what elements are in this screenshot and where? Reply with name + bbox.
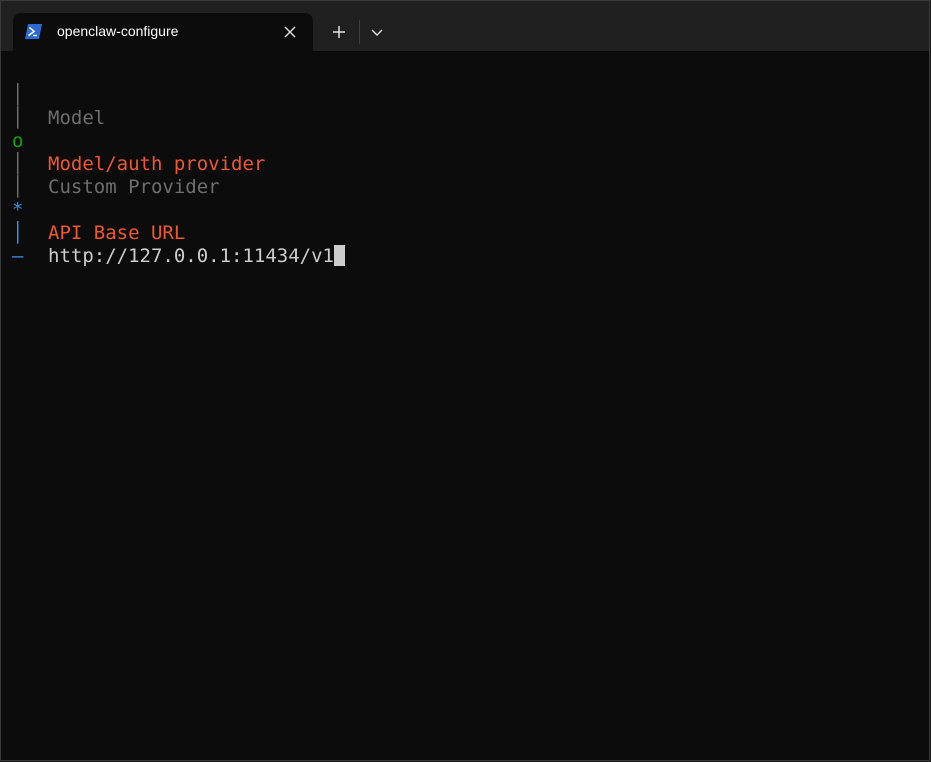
tab-openclaw-configure[interactable]: openclaw-configure — [13, 13, 313, 51]
terminal-line: │ Custom Provider — [1, 130, 220, 198]
answer-custom-provider: Custom Provider — [48, 176, 220, 198]
prompt-end-marker: — — [12, 245, 24, 267]
powershell-icon — [25, 24, 42, 39]
tab-title: openclaw-configure — [57, 23, 179, 39]
terminal-line: │ — [1, 84, 70, 129]
close-icon[interactable] — [281, 23, 299, 41]
terminal-line: │ — [1, 153, 70, 198]
new-tab-button[interactable] — [323, 18, 355, 46]
api-base-url-input[interactable]: http://127.0.0.1:11434/v1 — [48, 245, 345, 268]
tab-separator — [359, 20, 360, 44]
terminal-window: openclaw-configure │ Model │ o Model/aut… — [0, 0, 930, 761]
terminal-line: * API Base URL — [1, 176, 185, 244]
terminal-line: │ Model — [1, 61, 105, 129]
api-base-url-value: http://127.0.0.1:11434/v1 — [48, 245, 334, 267]
text-cursor — [333, 245, 345, 266]
plus-icon — [333, 26, 345, 38]
chevron-down-icon — [371, 29, 383, 36]
terminal-output[interactable]: │ Model │ o Model/auth provider │ Custom… — [1, 51, 929, 760]
title-bar: openclaw-configure — [1, 1, 929, 51]
tab-dropdown-button[interactable] — [363, 18, 391, 46]
prompt-model-auth-provider: Model/auth provider — [48, 153, 266, 175]
terminal-line: o Model/auth provider — [1, 107, 265, 175]
terminal-line: │ http://127.0.0.1:11434/v1 — [1, 199, 345, 267]
terminal-line: — — [1, 222, 70, 267]
